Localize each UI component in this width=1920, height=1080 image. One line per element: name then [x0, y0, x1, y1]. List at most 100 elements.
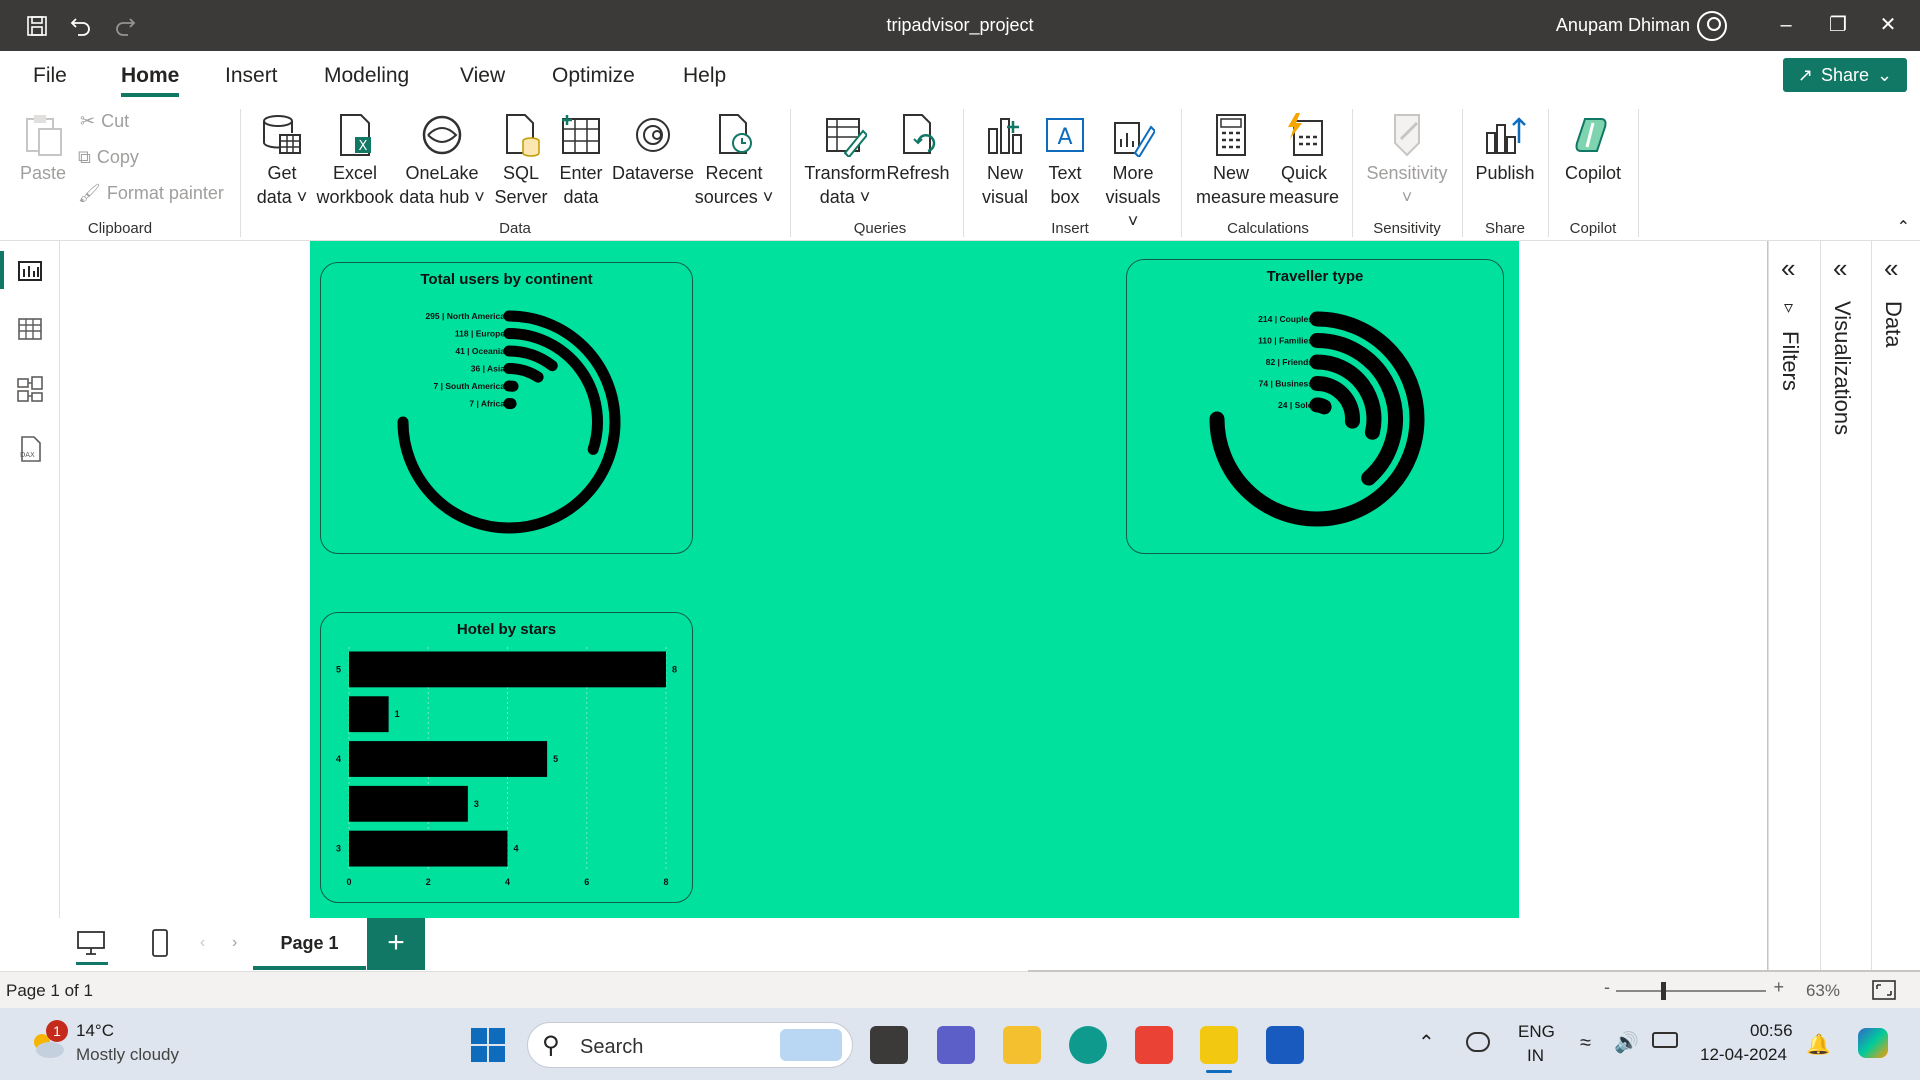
visual-users-by-continent[interactable]: Total users by continent 295 | North Ame… — [320, 262, 693, 554]
copilot-button[interactable]: Copilot — [1558, 113, 1628, 185]
excel-workbook-button[interactable]: X Excel workbook — [314, 113, 396, 209]
weather-desc[interactable]: Mostly cloudy — [76, 1045, 179, 1065]
bar-chart: 0 2 4 6 8 8 5 1 5 4 3 4 3 — [336, 647, 677, 887]
publish-button[interactable]: Publish — [1472, 113, 1538, 185]
tab-help[interactable]: Help — [683, 64, 726, 88]
data-label: 74 | Business — [1259, 379, 1314, 389]
side-panes: « ▿ Filters « Visualizations « Data — [1767, 241, 1920, 971]
quick-measure-button[interactable]: Quick measure — [1267, 113, 1341, 209]
refresh-button[interactable]: Refresh — [886, 113, 950, 185]
weather-temp[interactable]: 14°C — [76, 1021, 114, 1041]
radial-bar[interactable] — [503, 363, 544, 383]
tab-home[interactable]: Home — [121, 64, 180, 97]
expand-icon[interactable]: « — [1833, 253, 1847, 284]
word-icon[interactable] — [1266, 1026, 1304, 1064]
tab-file[interactable]: File — [33, 64, 67, 88]
bar[interactable] — [349, 830, 508, 867]
new-measure-button[interactable]: New measure — [1193, 113, 1269, 209]
zoom-out-icon[interactable]: - — [1604, 977, 1610, 998]
mobile-layout-icon[interactable] — [150, 928, 170, 963]
zoom-slider-thumb[interactable] — [1661, 982, 1666, 1000]
wifi-icon[interactable]: ≈ — [1580, 1032, 1591, 1055]
visual-hotel-by-stars[interactable]: Hotel by stars 0246885154343 — [320, 612, 693, 903]
prev-page-icon[interactable]: ‹ — [200, 934, 205, 952]
dax-query-view-icon[interactable]: DAX — [16, 435, 44, 463]
expand-icon[interactable]: « — [1884, 253, 1898, 284]
gmail-icon[interactable] — [1135, 1026, 1173, 1064]
onelake-label-2: data hub — [399, 187, 470, 207]
tab-modeling[interactable]: Modeling — [324, 64, 409, 88]
report-canvas[interactable]: Total users by continent 295 | North Ame… — [310, 241, 1519, 919]
get-data-button[interactable]: Get data ˅ — [250, 113, 314, 209]
share-button[interactable]: ↗ Share ⌄ — [1783, 58, 1907, 92]
zoom-slider[interactable] — [1616, 990, 1766, 992]
dataverse-button[interactable]: Dataverse — [612, 113, 694, 185]
onelake-data-hub-button[interactable]: OneLake data hub ˅ — [398, 113, 486, 209]
restore-icon[interactable]: ❐ — [1818, 10, 1858, 40]
bar[interactable] — [349, 651, 666, 688]
bar[interactable] — [349, 696, 389, 733]
visual-traveller-type[interactable]: Traveller type 214 | Couples 110 | Famili… — [1126, 259, 1504, 554]
text-box-button[interactable]: A Text box — [1038, 113, 1092, 209]
language-line1[interactable]: ENG — [1518, 1022, 1555, 1042]
expand-icon[interactable]: « — [1781, 253, 1795, 284]
tab-optimize[interactable]: Optimize — [552, 64, 635, 88]
filters-pane[interactable]: « ▿ Filters — [1768, 241, 1820, 971]
battery-icon[interactable] — [1652, 1032, 1678, 1048]
quick-measure-label-2: measure — [1268, 187, 1340, 207]
copilot-taskbar-icon[interactable] — [1858, 1028, 1888, 1058]
edge-icon[interactable] — [1069, 1026, 1107, 1064]
taskbar-search[interactable]: ⚲ Search — [527, 1022, 853, 1068]
bar[interactable] — [349, 741, 548, 777]
add-page-button[interactable]: + — [367, 918, 425, 970]
transform-data-button[interactable]: Transform data ˅ — [800, 113, 890, 209]
chevron-up-icon[interactable]: ⌃ — [1418, 1030, 1435, 1055]
recent-sources-button[interactable]: Recent sources ˅ — [694, 113, 774, 209]
visualizations-pane[interactable]: « Visualizations — [1820, 241, 1871, 971]
teams-icon[interactable] — [937, 1026, 975, 1064]
next-page-icon[interactable]: › — [232, 934, 237, 952]
cut-button[interactable]: ✂ Cut — [80, 111, 129, 132]
report-view-icon[interactable] — [16, 257, 44, 285]
table-view-icon[interactable] — [16, 315, 44, 343]
volume-icon[interactable]: 🔊 — [1614, 1030, 1639, 1055]
refresh-label: Refresh — [886, 163, 950, 183]
windows-start-icon[interactable] — [470, 1027, 506, 1068]
tab-insert[interactable]: Insert — [225, 64, 278, 88]
model-view-icon[interactable] — [16, 375, 44, 403]
scrollbar[interactable] — [1028, 970, 1920, 972]
power-bi-icon[interactable] — [1200, 1026, 1238, 1064]
minimize-icon[interactable]: – — [1766, 10, 1806, 40]
radial-bar[interactable] — [1309, 397, 1332, 415]
paste-button[interactable]: Paste — [18, 113, 68, 185]
zoom-level[interactable]: 63% — [1806, 981, 1840, 1001]
format-painter-button[interactable]: 🖌 Format painter — [78, 183, 224, 204]
notifications-icon[interactable]: 🔔 — [1806, 1032, 1831, 1057]
collapse-ribbon-icon[interactable]: ⌃ — [1897, 217, 1910, 237]
new-visual-button[interactable]: New visual — [975, 113, 1035, 209]
sql-server-button[interactable]: SQL Server — [494, 113, 548, 209]
sensitivity-button[interactable]: Sensitivity ˅ — [1362, 113, 1452, 209]
language-line2[interactable]: IN — [1527, 1046, 1544, 1066]
avatar[interactable] — [1697, 11, 1727, 41]
desktop-layout-icon[interactable] — [76, 930, 106, 961]
fit-to-page-icon[interactable] — [1872, 980, 1896, 1005]
copy-button[interactable]: ⧉ Copy — [78, 147, 139, 168]
bar[interactable] — [349, 785, 468, 822]
data-pane[interactable]: « Data — [1871, 241, 1920, 971]
text-box-label-2: box — [1050, 187, 1080, 207]
page-tab[interactable]: Page 1 — [253, 918, 366, 970]
radial-bar[interactable] — [1209, 311, 1425, 527]
clock-time[interactable]: 00:56 — [1750, 1021, 1793, 1041]
more-visuals-button[interactable]: More visuals ˅ — [1098, 113, 1168, 233]
enter-data-button[interactable]: Enter data — [554, 113, 608, 209]
tab-view[interactable]: View — [460, 64, 505, 88]
data-label: 36 | Asia — [471, 364, 505, 374]
user-name[interactable]: Anupam Dhiman — [1556, 15, 1690, 36]
task-view-icon[interactable] — [870, 1026, 908, 1064]
onedrive-icon[interactable] — [1466, 1032, 1490, 1052]
file-explorer-icon[interactable] — [1003, 1026, 1041, 1064]
close-icon[interactable]: ✕ — [1868, 10, 1908, 40]
clock-date[interactable]: 12-04-2024 — [1700, 1045, 1787, 1065]
zoom-in-icon[interactable]: + — [1773, 977, 1784, 998]
